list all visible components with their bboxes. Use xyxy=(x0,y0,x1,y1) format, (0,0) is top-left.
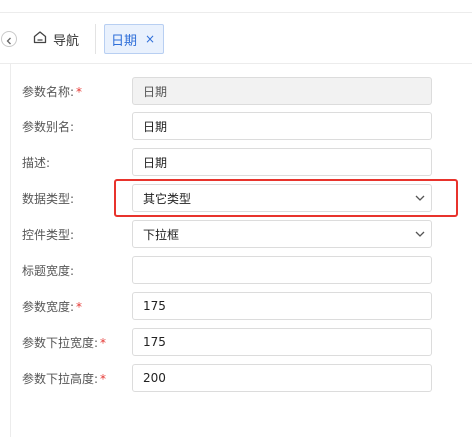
row-dropdown-height: 参数下拉高度: * 200 xyxy=(0,364,472,392)
top-strip xyxy=(0,0,472,13)
tab-divider xyxy=(95,24,96,54)
tab-date-label: 日期 xyxy=(111,33,138,49)
tab-bar: 导航 日期 × xyxy=(0,13,472,64)
row-param-alias: 参数别名: 日期 xyxy=(0,112,472,140)
required-mark: * xyxy=(100,336,107,350)
row-dropdown-width: 参数下拉宽度: * 175 xyxy=(0,328,472,356)
required-mark: * xyxy=(76,300,83,314)
description-field[interactable]: 日期 xyxy=(132,148,432,176)
param-alias-label: 参数别名: xyxy=(22,120,75,134)
row-description: 描述: 日期 xyxy=(0,148,472,176)
dropdown-height-label: 参数下拉高度: * xyxy=(22,372,107,386)
row-param-name: 参数名称: * 日期 xyxy=(0,77,472,105)
param-name-field[interactable]: 日期 xyxy=(132,77,432,105)
required-mark: * xyxy=(100,372,107,386)
dropdown-width-field[interactable]: 175 xyxy=(132,328,432,356)
row-control-type: 控件类型: 下拉框 xyxy=(0,220,472,248)
tab-date[interactable]: 日期 × xyxy=(104,24,165,54)
param-width-label: 参数宽度: * xyxy=(22,300,83,314)
collapse-sidebar-button[interactable] xyxy=(1,31,17,47)
control-type-select[interactable]: 下拉框 xyxy=(132,220,432,248)
description-label: 描述: xyxy=(22,156,51,170)
row-title-width: 标题宽度: xyxy=(0,256,472,284)
param-alias-field[interactable]: 日期 xyxy=(132,112,432,140)
control-type-value: 下拉框 xyxy=(143,227,180,242)
param-name-label: 参数名称: * xyxy=(22,85,83,99)
title-width-field[interactable] xyxy=(132,256,432,284)
tab-home-label: 导航 xyxy=(53,33,80,49)
home-icon xyxy=(33,30,47,48)
param-width-field[interactable]: 175 xyxy=(132,292,432,320)
close-icon[interactable]: × xyxy=(145,33,155,45)
title-width-label: 标题宽度: xyxy=(22,264,75,278)
row-param-width: 参数宽度: * 175 xyxy=(0,292,472,320)
chevron-left-icon xyxy=(5,30,13,49)
required-mark: * xyxy=(76,85,83,99)
data-type-label: 数据类型: xyxy=(22,192,75,206)
chevron-down-icon xyxy=(413,227,427,241)
control-type-label: 控件类型: xyxy=(22,228,75,242)
tab-home[interactable]: 导航 xyxy=(33,29,79,49)
highlight-box xyxy=(114,179,458,217)
dropdown-height-field[interactable]: 200 xyxy=(132,364,432,392)
dropdown-width-label: 参数下拉宽度: * xyxy=(22,336,107,350)
